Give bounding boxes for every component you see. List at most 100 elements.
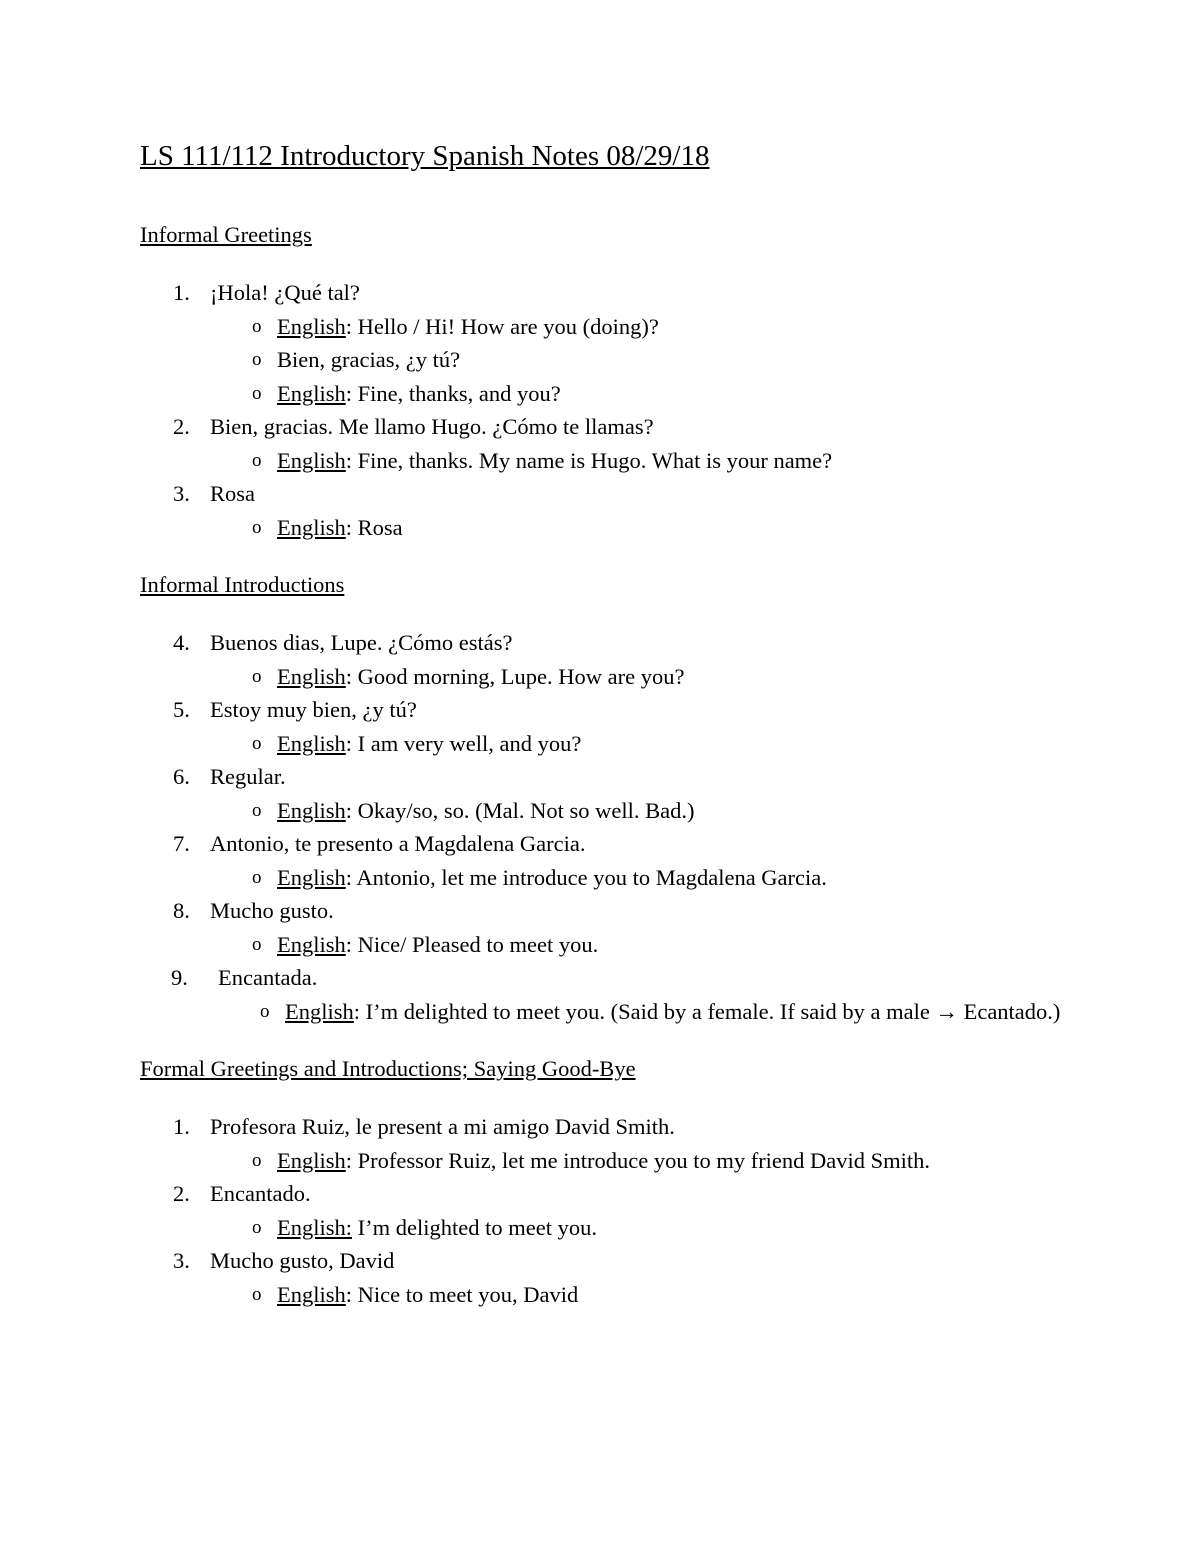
sub-list-item: o English: I’m delighted to meet you. (S… [218, 995, 1070, 1029]
english-label: English [277, 380, 346, 406]
sub-list-item-text: : Okay/so, so. (Mal. Not so well. Bad.) [345, 797, 695, 823]
sub-list-item: o English: Nice to meet you, David [210, 1278, 1070, 1312]
page-title-text: LS 111/112 Introductory Spanish Notes 08… [140, 140, 710, 172]
hollow-circle-bullet-icon: o [252, 382, 262, 404]
english-label: English [277, 663, 346, 689]
english-label: English [277, 864, 346, 890]
sub-list: o English: Professor Ruiz, let me introd… [210, 1144, 1070, 1178]
list-item: 2. Bien, gracias. Me llamo Hugo. ¿Cómo t… [140, 410, 1070, 477]
english-label: English [277, 797, 346, 823]
list-informal-introductions: 4. Buenos dias, Lupe. ¿Cómo estás? o Eng… [140, 626, 1070, 1028]
sub-list: o English: Fine, thanks. My name is Hugo… [210, 444, 1070, 478]
section-heading-text: Informal Greetings [140, 222, 312, 247]
list-marker: 5. [173, 697, 190, 722]
hollow-circle-bullet-icon: o [260, 1000, 270, 1022]
list-item: 3. Rosa o English: Rosa [140, 477, 1070, 544]
sub-list-item-text: I’m delighted to meet you. [352, 1214, 597, 1240]
list-item-text: Mucho gusto. [210, 898, 334, 923]
list-marker: 1. [173, 1114, 190, 1139]
list-item: 7. Antonio, te presento a Magdalena Garc… [140, 827, 1070, 894]
sub-list-item: o English: Okay/so, so. (Mal. Not so wel… [210, 794, 1070, 828]
sub-list-item: o English: I’m delighted to meet you. [210, 1211, 1070, 1245]
english-label: English [277, 931, 346, 957]
hollow-circle-bullet-icon: o [252, 1149, 262, 1171]
list-item-text: Mucho gusto, David [210, 1248, 395, 1273]
sub-list-item-text: : Nice/ Pleased to meet you. [345, 931, 599, 957]
section-heading-informal-introductions: Informal Introductions [140, 570, 1070, 600]
list-marker: 2. [173, 414, 190, 439]
list-marker: 6. [173, 764, 190, 789]
list-item: 1. Profesora Ruiz, le present a mi amigo… [140, 1110, 1070, 1177]
list-item: 6. Regular. o English: Okay/so, so. (Mal… [140, 760, 1070, 827]
sub-list-item: o English: Professor Ruiz, let me introd… [210, 1144, 1070, 1178]
sub-list-item-text: : I am very well, and you? [345, 730, 582, 756]
sub-list: o English: Hello / Hi! How are you (doin… [210, 310, 1070, 411]
list-marker: 4. [173, 630, 190, 655]
list-item: 4. Buenos dias, Lupe. ¿Cómo estás? o Eng… [140, 626, 1070, 693]
page-title: LS 111/112 Introductory Spanish Notes 08… [140, 138, 1070, 174]
hollow-circle-bullet-icon: o [252, 665, 262, 687]
list-item: 3. Mucho gusto, David o English: Nice to… [140, 1244, 1070, 1311]
list-marker: 7. [173, 831, 190, 856]
list-item-text: Estoy muy bien, ¿y tú? [210, 697, 417, 722]
sub-list-item: o English: Fine, thanks, and you? [210, 377, 1070, 411]
list-item-text: Encantado. [210, 1181, 311, 1206]
document-page: LS 111/112 Introductory Spanish Notes 08… [0, 0, 1200, 1553]
sub-list-item-text: : I’m delighted to meet you. (Said by a … [353, 998, 1061, 1024]
english-label: English [277, 730, 346, 756]
sub-list: o English: Rosa [210, 511, 1070, 545]
document-body: LS 111/112 Introductory Spanish Notes 08… [140, 138, 1070, 1311]
list-item-text: Buenos dias, Lupe. ¿Cómo estás? [210, 630, 513, 655]
sub-list-item: o English: Rosa [210, 511, 1070, 545]
section-heading-text: Formal Greetings and Introductions; Sayi… [140, 1056, 636, 1081]
list-marker: 8. [173, 898, 190, 923]
list-item-text: ¡Hola! ¿Qué tal? [210, 280, 360, 305]
english-label: English [285, 998, 354, 1024]
hollow-circle-bullet-icon: o [252, 449, 262, 471]
sub-list: o English: I’m delighted to meet you. [210, 1211, 1070, 1245]
section-heading-text: Informal Introductions [140, 572, 345, 597]
list-item: 5. Estoy muy bien, ¿y tú? o English: I a… [140, 693, 1070, 760]
list-item: 1. ¡Hola! ¿Qué tal? o English: Hello / H… [140, 276, 1070, 410]
sub-list: o English: Good morning, Lupe. How are y… [210, 660, 1070, 694]
list-marker: 1. [173, 280, 190, 305]
list-item: 8. Mucho gusto. o English: Nice/ Pleased… [140, 894, 1070, 961]
section-heading-informal-greetings: Informal Greetings [140, 220, 1070, 250]
hollow-circle-bullet-icon: o [252, 799, 262, 821]
sub-list: o English: I’m delighted to meet you. (S… [218, 995, 1070, 1029]
sub-list-item-text: : Nice to meet you, David [345, 1281, 579, 1307]
sub-list: o English: Antonio, let me introduce you… [210, 861, 1070, 895]
sub-list: o English: Nice/ Pleased to meet you. [210, 928, 1070, 962]
hollow-circle-bullet-icon: o [252, 1216, 262, 1238]
hollow-circle-bullet-icon: o [252, 1283, 262, 1305]
list-item-text: Encantada. [218, 965, 318, 990]
list-item-text: Bien, gracias. Me llamo Hugo. ¿Cómo te l… [210, 414, 654, 439]
sub-list-item-text: : Rosa [345, 514, 403, 540]
list-marker: 2. [173, 1181, 190, 1206]
hollow-circle-bullet-icon: o [252, 933, 262, 955]
english-label: English [277, 313, 346, 339]
sub-list-item: o English: Good morning, Lupe. How are y… [210, 660, 1070, 694]
sub-list: o English: I am very well, and you? [210, 727, 1070, 761]
sub-list-item: o English: Fine, thanks. My name is Hugo… [210, 444, 1070, 478]
list-formal-greetings: 1. Profesora Ruiz, le present a mi amigo… [140, 1110, 1070, 1311]
english-label: English [277, 447, 346, 473]
list-item-text: Profesora Ruiz, le present a mi amigo Da… [210, 1114, 675, 1139]
sub-list: o English: Okay/so, so. (Mal. Not so wel… [210, 794, 1070, 828]
english-label: English: [277, 1214, 353, 1240]
hollow-circle-bullet-icon: o [252, 315, 262, 337]
sub-list-item-text: : Good morning, Lupe. How are you? [345, 663, 685, 689]
hollow-circle-bullet-icon: o [252, 349, 262, 370]
list-item-text: Regular. [210, 764, 286, 789]
sub-list-item-text: : Fine, thanks. My name is Hugo. What is… [345, 447, 833, 473]
list-marker: 9. [171, 965, 188, 990]
english-label: English [277, 1147, 346, 1173]
sub-list: o English: Nice to meet you, David [210, 1278, 1070, 1312]
sub-list-item-text: Bien, gracias, ¿y tú? [277, 347, 461, 372]
sub-list-item-text: : Professor Ruiz, let me introduce you t… [345, 1147, 931, 1173]
